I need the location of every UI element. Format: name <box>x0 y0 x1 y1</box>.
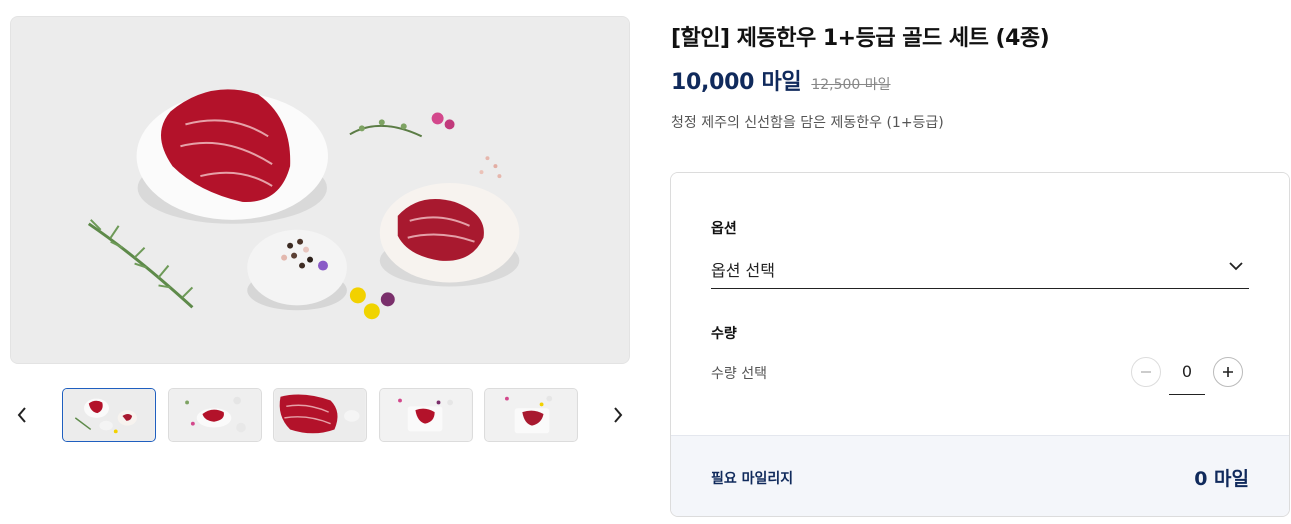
option-select[interactable]: 옵션 선택 <box>711 251 1249 289</box>
quantity-decrease-button[interactable] <box>1131 357 1161 387</box>
thumbnail-image <box>274 389 366 441</box>
required-mileage-value: 0 마일 <box>1194 468 1249 490</box>
original-price: 12,500 마일 <box>811 77 891 93</box>
quantity-input[interactable]: 0 <box>1169 359 1205 395</box>
beef-set-photo <box>11 17 629 363</box>
chevron-right-icon <box>614 407 623 423</box>
plus-icon <box>1223 367 1233 377</box>
thumbnail-next-button[interactable] <box>606 400 630 430</box>
option-select-value: 옵션 선택 <box>711 261 775 280</box>
option-label: 옵션 <box>711 221 737 237</box>
product-title: [할인] 제동한우 1+등급 골드 세트 (4종) <box>671 26 1050 51</box>
thumbnail-5[interactable] <box>484 388 578 442</box>
order-option-panel: 옵션 옵션 선택 수량 수량 선택 0 필요 마일리지 0 마일 <box>670 172 1290 517</box>
quantity-sub-label: 수량 선택 <box>711 366 767 382</box>
thumbnail-image <box>63 389 155 441</box>
thumbnail-image <box>380 389 472 441</box>
sale-price: 10,000 마일 <box>671 70 802 95</box>
thumbnail-4[interactable] <box>379 388 473 442</box>
thumbnail-1[interactable] <box>62 388 156 442</box>
thumbnail-prev-button[interactable] <box>10 400 34 430</box>
thumbnail-image <box>485 389 577 441</box>
chevron-down-icon <box>1229 262 1243 271</box>
required-mileage-bar: 필요 마일리지 0 마일 <box>671 435 1289 516</box>
thumbnail-strip <box>10 388 630 442</box>
price-row: 10,000 마일 12,500 마일 <box>671 64 891 96</box>
thumbnail-3[interactable] <box>273 388 367 442</box>
option-section: 옵션 옵션 선택 수량 수량 선택 0 <box>671 173 1289 435</box>
main-product-image <box>10 16 630 364</box>
minus-icon <box>1141 371 1151 373</box>
thumbnail-2[interactable] <box>168 388 262 442</box>
quantity-increase-button[interactable] <box>1213 357 1243 387</box>
quantity-label: 수량 <box>711 326 737 342</box>
required-mileage-label: 필요 마일리지 <box>711 471 794 487</box>
product-detail-page: [할인] 제동한우 1+등급 골드 세트 (4종) 10,000 마일 12,5… <box>0 0 1291 524</box>
thumbnail-image <box>169 389 261 441</box>
chevron-left-icon <box>17 407 26 423</box>
product-description: 청정 제주의 신선함을 담은 제동한우 (1+등급) <box>671 115 944 131</box>
